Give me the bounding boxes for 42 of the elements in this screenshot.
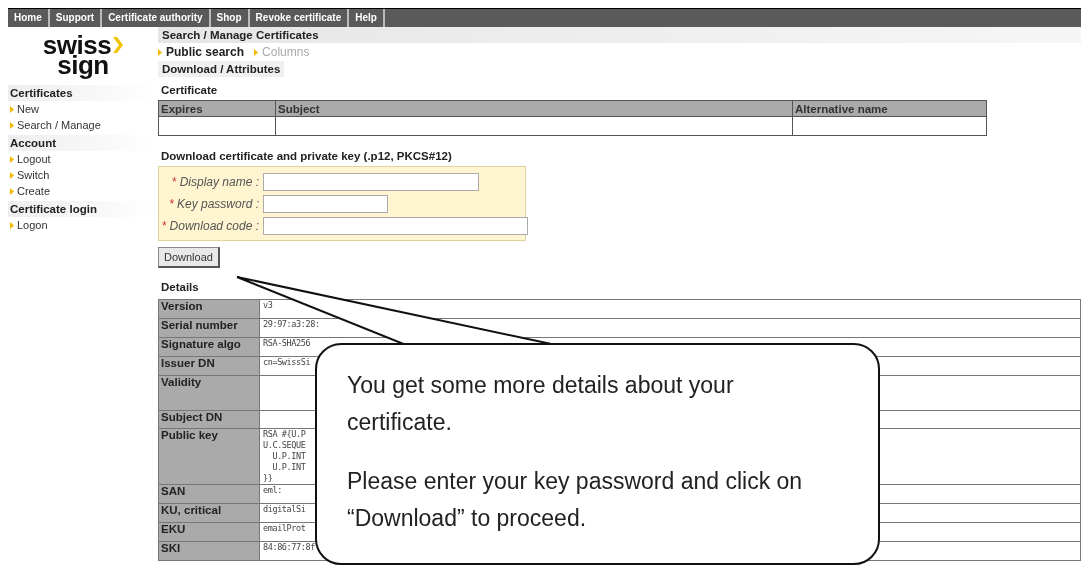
section-heading: Certificate xyxy=(160,84,219,96)
chevron-icon xyxy=(158,48,162,56)
value-text: v3 xyxy=(263,300,273,311)
page-title: Search / Manage Certificates xyxy=(158,27,1081,43)
input-field[interactable] xyxy=(263,195,388,213)
chevron-logo-icon xyxy=(113,37,124,53)
nav-link[interactable]: Home xyxy=(8,9,50,27)
row-header: Version xyxy=(158,299,260,319)
field-label: * Download code : xyxy=(160,219,260,233)
subnav-link[interactable]: Public search xyxy=(158,45,245,59)
download-button[interactable]: Download xyxy=(158,247,220,268)
chevron-icon xyxy=(254,48,259,56)
input-field[interactable] xyxy=(263,173,479,191)
nav-link[interactable]: Support xyxy=(49,9,103,27)
field-label: * Key password : xyxy=(167,197,260,211)
value-text: digitalSi xyxy=(263,504,306,515)
sidebar-link[interactable]: Logout xyxy=(8,151,158,167)
sidebar-link[interactable]: Create xyxy=(8,183,158,199)
row-header: Validity xyxy=(158,375,260,411)
section-heading: Details xyxy=(160,281,200,293)
input-field[interactable] xyxy=(263,217,528,235)
sidebar-link[interactable]: New xyxy=(8,101,158,117)
chevron-icon xyxy=(10,221,14,229)
value-text: 84:86:77:8f xyxy=(263,542,315,553)
section-heading: Download certificate and private key (.p12, PKCS#12) xyxy=(160,150,453,162)
sidebar-link[interactable]: Search / Manage xyxy=(8,117,158,133)
value-text: cn=SwissSi xyxy=(263,357,311,368)
value-text: emailProt xyxy=(263,523,306,534)
column-header: Alternative name xyxy=(792,100,987,117)
value-text: eml: xyxy=(263,485,282,496)
column-header: Subject xyxy=(275,100,793,117)
logo-text: swiss xyxy=(42,35,112,55)
section-heading: Download / Attributes xyxy=(158,61,285,77)
callout-text: You get some more details about your certificate. xyxy=(347,371,735,437)
row-header: Public key xyxy=(158,428,260,485)
value-text: RSA-SHA256 xyxy=(263,338,311,349)
callout-text: Please enter your key password and click on “Download” to proceed. xyxy=(347,467,804,533)
field-label: * Display name : xyxy=(170,175,260,189)
sidebar-link[interactable]: Logon xyxy=(8,217,158,233)
column-header: Expires xyxy=(158,100,276,117)
value-text: 29:97:a3:28: xyxy=(263,319,320,330)
sidebar-link[interactable]: Switch xyxy=(8,167,158,183)
